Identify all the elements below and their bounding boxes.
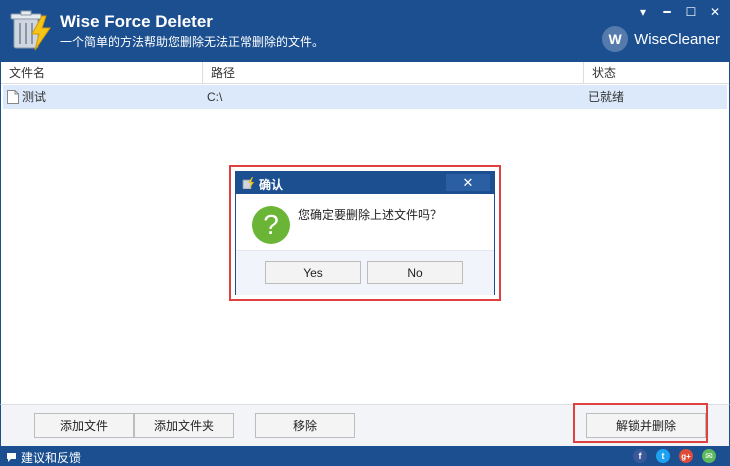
- window-controls: ▾ ━ ☐ ✕: [636, 4, 722, 20]
- file-icon: [7, 90, 19, 104]
- add-file-button[interactable]: 添加文件: [34, 413, 134, 438]
- facebook-icon[interactable]: f: [633, 449, 647, 463]
- row-status: 已就绪: [588, 90, 625, 104]
- question-icon: ?: [252, 206, 290, 244]
- maximize-button[interactable]: ☐: [684, 4, 698, 20]
- column-header-path[interactable]: 路径: [203, 62, 584, 84]
- dialog-close-button[interactable]: ✕: [446, 174, 490, 191]
- unlock-button-highlight-frame: [573, 403, 708, 443]
- dialog-message: 您确定要删除上述文件吗？: [298, 208, 443, 222]
- column-header-filename[interactable]: 文件名: [1, 62, 203, 84]
- comment-icon: [7, 453, 16, 462]
- feedback-label: 建议和反馈: [21, 451, 82, 465]
- app-header: Wise Force Deleter 一个简单的方法帮助您删除无法正常删除的文件…: [0, 0, 730, 62]
- row-path: C:\: [207, 90, 223, 104]
- wisecleaner-logo-icon: W: [602, 26, 629, 52]
- email-icon[interactable]: ✉: [702, 449, 716, 463]
- row-filename: 测试: [22, 90, 47, 104]
- dialog-footer: Yes No: [236, 250, 494, 295]
- confirm-dialog: 确认 ✕ ? 您确定要删除上述文件吗？ Yes No: [235, 171, 495, 295]
- dialog-titlebar: 确认 ✕: [236, 172, 494, 194]
- social-links: f t g+ ✉: [633, 449, 716, 463]
- brand-name: WiseCleaner: [634, 30, 720, 48]
- column-header-status[interactable]: 状态: [584, 62, 729, 84]
- no-button[interactable]: No: [367, 261, 463, 284]
- remove-button[interactable]: 移除: [255, 413, 355, 438]
- table-header: 文件名 路径 状态: [1, 62, 729, 84]
- app-small-icon: [242, 177, 254, 189]
- minimize-button[interactable]: ━: [660, 4, 674, 20]
- feedback-link[interactable]: 建议和反馈: [6, 449, 81, 466]
- googleplus-icon[interactable]: g+: [679, 449, 693, 463]
- add-folder-button[interactable]: 添加文件夹: [134, 413, 234, 438]
- close-button[interactable]: ✕: [708, 4, 722, 20]
- app-title: Wise Force Deleter: [60, 12, 213, 31]
- yes-button[interactable]: Yes: [265, 261, 361, 284]
- dialog-title: 确认: [259, 178, 284, 192]
- twitter-icon[interactable]: t: [656, 449, 670, 463]
- dialog-body: ? 您确定要删除上述文件吗？: [236, 194, 494, 250]
- wisecleaner-brand[interactable]: W WiseCleaner: [602, 26, 720, 52]
- trash-bolt-icon: [10, 10, 51, 51]
- status-bar: 建议和反馈 f t g+ ✉: [0, 446, 730, 466]
- table-row[interactable]: 测试 C:\ 已就绪: [3, 85, 727, 109]
- menu-dropdown-icon[interactable]: ▾: [636, 4, 650, 20]
- app-subtitle: 一个简单的方法帮助您删除无法正常删除的文件。: [60, 35, 325, 49]
